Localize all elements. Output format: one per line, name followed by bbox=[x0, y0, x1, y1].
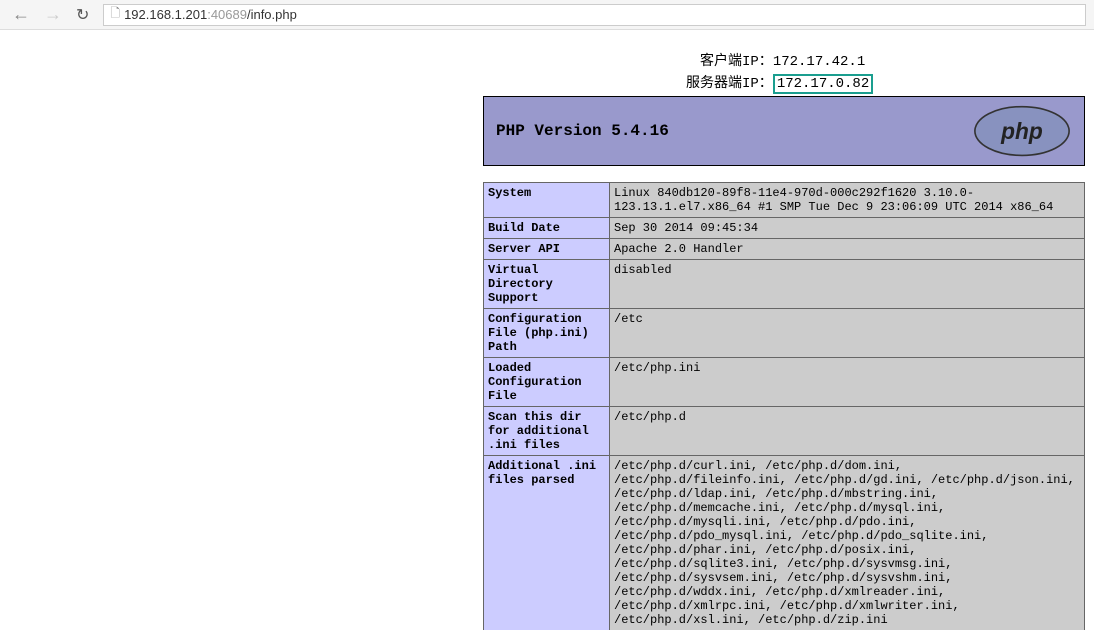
browser-toolbar: ← → ↻ 🗋 192.168.1.201:40689/info.php bbox=[0, 0, 1094, 30]
row-key: Scan this dir for additional .ini files bbox=[484, 407, 610, 456]
page-icon: 🗋 bbox=[110, 4, 120, 25]
url-bar[interactable]: 🗋 192.168.1.201:40689/info.php bbox=[103, 4, 1086, 26]
row-key: System bbox=[484, 183, 610, 218]
svg-text:php: php bbox=[1000, 118, 1043, 144]
row-value: Sep 30 2014 09:45:34 bbox=[610, 218, 1085, 239]
row-value: /etc/php.d bbox=[610, 407, 1085, 456]
row-key: Server API bbox=[484, 239, 610, 260]
row-key: Virtual Directory Support bbox=[484, 260, 610, 309]
table-row: Build DateSep 30 2014 09:45:34 bbox=[484, 218, 1085, 239]
phpinfo-container: PHP Version 5.4.16 php SystemLinux 840db… bbox=[483, 96, 1085, 630]
server-ip-value: 172.17.0.82 bbox=[773, 74, 873, 94]
row-value: /etc bbox=[610, 309, 1085, 358]
table-row: SystemLinux 840db120-89f8-11e4-970d-000c… bbox=[484, 183, 1085, 218]
url-path: /info.php bbox=[247, 7, 297, 22]
reload-button[interactable]: ↻ bbox=[72, 5, 93, 25]
page-content: 客户端IP：172.17.42.1 服务器端IP：172.17.0.82 PHP… bbox=[0, 30, 1094, 630]
row-key: Loaded Configuration File bbox=[484, 358, 610, 407]
row-value: disabled bbox=[610, 260, 1085, 309]
url-port: :40689 bbox=[207, 7, 247, 22]
phpinfo-header: PHP Version 5.4.16 php bbox=[483, 96, 1085, 166]
forward-button[interactable]: → bbox=[40, 4, 66, 25]
server-ip-label: 服务器端IP： bbox=[686, 76, 773, 92]
table-row: Virtual Directory Supportdisabled bbox=[484, 260, 1085, 309]
client-ip-label: 客户端IP： bbox=[700, 54, 773, 70]
table-row: Additional .ini files parsed/etc/php.d/c… bbox=[484, 456, 1085, 630]
row-key: Build Date bbox=[484, 218, 610, 239]
php-version-title: PHP Version 5.4.16 bbox=[496, 122, 669, 140]
table-row: Scan this dir for additional .ini files/… bbox=[484, 407, 1085, 456]
back-button[interactable]: ← bbox=[8, 4, 34, 25]
row-key: Additional .ini files parsed bbox=[484, 456, 610, 630]
phpinfo-table: SystemLinux 840db120-89f8-11e4-970d-000c… bbox=[483, 182, 1085, 630]
server-ip-line: 服务器端IP：172.17.0.82 bbox=[686, 72, 1094, 94]
row-value: Linux 840db120-89f8-11e4-970d-000c292f16… bbox=[610, 183, 1085, 218]
row-key: Configuration File (php.ini) Path bbox=[484, 309, 610, 358]
php-logo-icon: php bbox=[972, 105, 1072, 157]
row-value: Apache 2.0 Handler bbox=[610, 239, 1085, 260]
client-ip-value: 172.17.42.1 bbox=[773, 54, 865, 70]
table-row: Loaded Configuration File/etc/php.ini bbox=[484, 358, 1085, 407]
client-ip-line: 客户端IP：172.17.42.1 bbox=[700, 50, 1094, 70]
table-row: Configuration File (php.ini) Path/etc bbox=[484, 309, 1085, 358]
table-row: Server APIApache 2.0 Handler bbox=[484, 239, 1085, 260]
row-value: /etc/php.d/curl.ini, /etc/php.d/dom.ini,… bbox=[610, 456, 1085, 630]
row-value: /etc/php.ini bbox=[610, 358, 1085, 407]
url-host: 192.168.1.201 bbox=[124, 7, 207, 22]
